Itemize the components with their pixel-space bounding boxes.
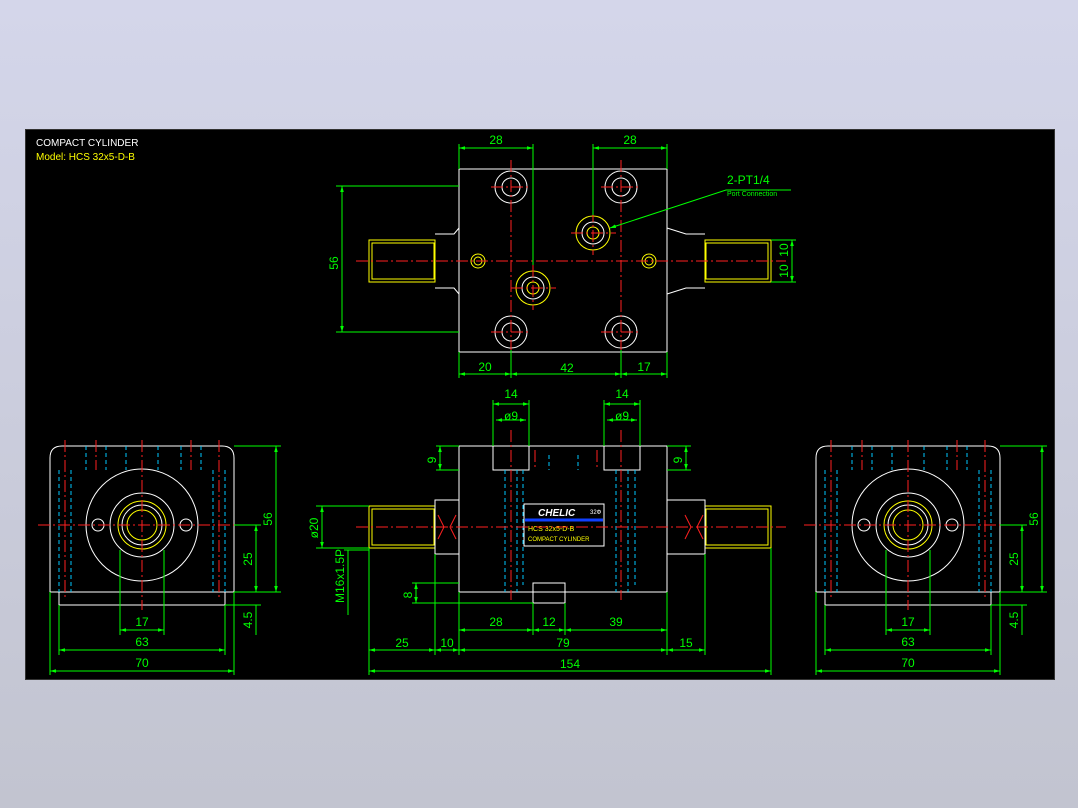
drawing-sheet: COMPACT CYLINDER Model: HCS 32x5-D-B 28 … (25, 129, 1055, 680)
dim-front-12: 12 (542, 615, 556, 629)
dim-top-56: 56 (327, 256, 341, 270)
dim-front-154: 154 (560, 657, 580, 671)
nameplate: CHELIC 32Ф HCS 32x5-D-B COMPACT CYLINDER (523, 503, 605, 547)
dim-right-56: 56 (1027, 512, 1041, 526)
left-side-view: 56 25 4.5 17 63 70 (38, 440, 281, 675)
right-side-dimension-text: 56 25 4.5 17 63 70 (901, 512, 1041, 670)
left-side-centerlines (38, 440, 251, 610)
dim-front-25: 25 (395, 636, 409, 650)
dim-front-8: 8 (401, 591, 415, 598)
dim-left-17: 17 (135, 615, 149, 629)
dim-right-45: 4.5 (1007, 611, 1021, 628)
dim-right-25: 25 (1007, 552, 1021, 566)
dim-front-14a: 14 (504, 387, 518, 401)
dim-right-63: 63 (901, 635, 915, 649)
dim-front-39: 39 (609, 615, 623, 629)
dim-top-28b: 28 (623, 133, 637, 147)
dim-front-9b: 9 (671, 456, 685, 463)
front-view-counterbores (492, 445, 641, 471)
dim-top-17: 17 (637, 360, 651, 374)
dim-front-28: 28 (489, 615, 503, 629)
left-side-dimension-text: 56 25 4.5 17 63 70 (135, 512, 275, 670)
top-view-centerlines (356, 160, 786, 355)
dim-front-9a: 9 (425, 456, 439, 463)
dim-front-15: 15 (679, 636, 693, 650)
right-side-view: 56 25 4.5 17 63 70 (804, 440, 1047, 675)
front-view-bottom-tab (532, 582, 566, 604)
drawing-model: Model: HCS 32x5-D-B (36, 152, 135, 163)
dim-top-28a: 28 (489, 133, 503, 147)
top-view-mount-holes (494, 170, 638, 349)
dim-top-20: 20 (478, 360, 492, 374)
dim-front-14b: 14 (615, 387, 629, 401)
drawing-title: COMPACT CYLINDER (36, 138, 138, 149)
dim-top-42: 42 (560, 361, 574, 375)
right-side-centerlines (804, 440, 1017, 610)
nameplate-brand: CHELIC (538, 508, 576, 519)
dim-front-d9a: ø9 (504, 409, 518, 423)
top-view: 28 28 56 10 10 20 42 17 2-PT1/4 Port Con… (327, 133, 796, 378)
dim-top-10b: 10 (777, 264, 791, 278)
dim-front-m16: M16x1.5P (333, 549, 347, 603)
dim-front-d20: ø20 (307, 517, 321, 538)
dim-right-17: 17 (901, 615, 915, 629)
dim-front-10: 10 (440, 636, 454, 650)
dim-left-25: 25 (241, 552, 255, 566)
callout-port-label: 2-PT1/4 (727, 173, 770, 187)
dim-top-10a: 10 (777, 243, 791, 257)
technical-drawing: COMPACT CYLINDER Model: HCS 32x5-D-B 28 … (36, 133, 1047, 675)
dim-left-45: 4.5 (241, 611, 255, 628)
nameplate-bore: 32Ф (590, 510, 602, 516)
dim-left-70: 70 (135, 656, 149, 670)
front-view: CHELIC 32Ф HCS 32x5-D-B COMPACT CYLINDER (307, 387, 786, 675)
dim-left-56: 56 (261, 512, 275, 526)
nameplate-desc: COMPACT CYLINDER (528, 537, 590, 543)
dim-right-70: 70 (901, 656, 915, 670)
callout-port-sub: Port Connection (727, 191, 777, 198)
dim-left-63: 63 (135, 635, 149, 649)
dim-front-d9b: ø9 (615, 409, 629, 423)
dim-front-79: 79 (556, 636, 570, 650)
